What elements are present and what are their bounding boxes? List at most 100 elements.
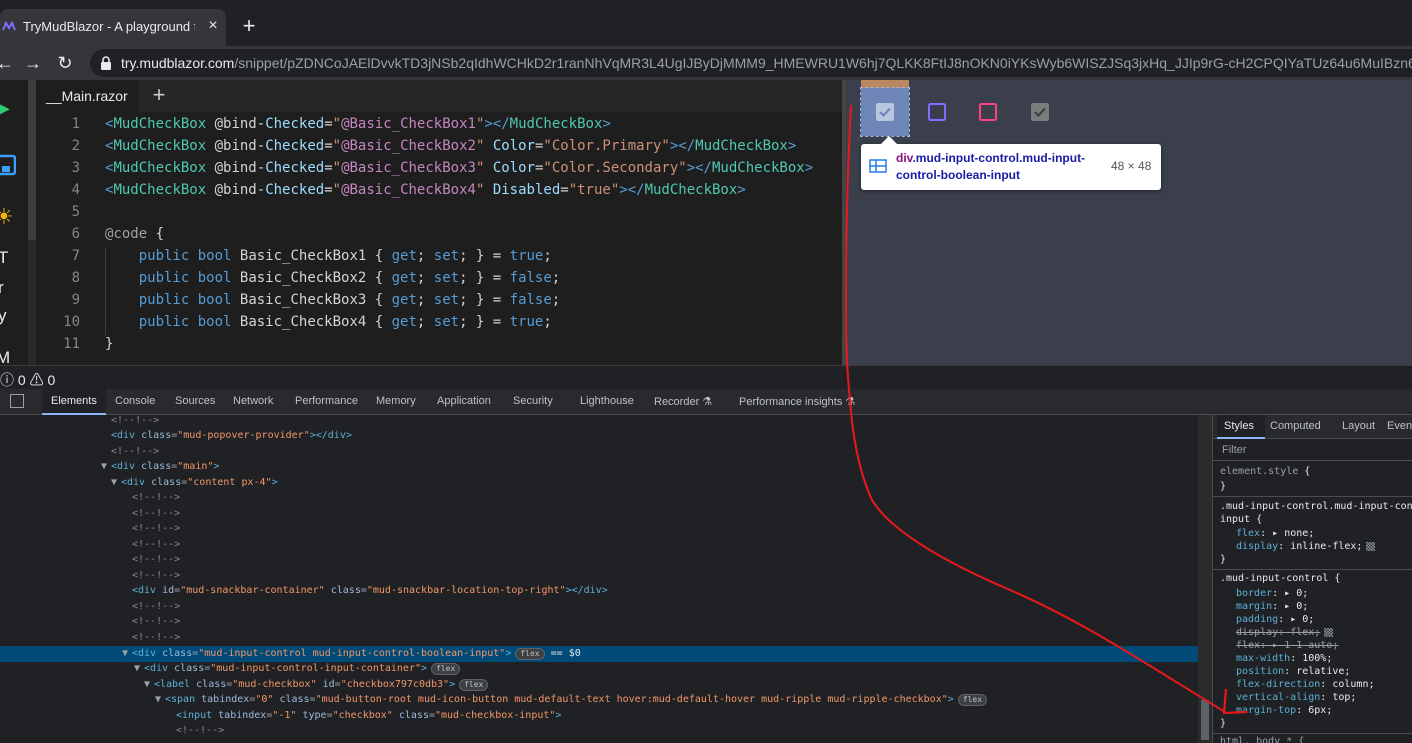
- line-number: 10: [63, 314, 80, 330]
- styles-tab-bar: Styles Computed Layout Event: [1213, 415, 1412, 439]
- dom-node[interactable]: <!--!-->: [132, 490, 180, 505]
- dom-node[interactable]: <!--!-->: [111, 444, 159, 459]
- flex-badge[interactable]: flex: [515, 648, 545, 660]
- browser-tab[interactable]: TryMudBlazor - A playground for ×: [0, 9, 226, 46]
- flex-layout-icon: [869, 159, 887, 173]
- style-rule-selector: html, body * {: [1220, 736, 1305, 743]
- tab-styles[interactable]: Styles: [1224, 420, 1254, 432]
- rail-letter-t: T: [0, 248, 9, 267]
- code-line: 8 public bool Basic_CheckBox2 { get; set…: [36, 267, 842, 289]
- dom-node[interactable]: <!--!-->: [132, 614, 180, 629]
- code-line: 10 public bool Basic_CheckBox4 { get; se…: [36, 311, 842, 333]
- flex-badge[interactable]: flex: [459, 679, 489, 691]
- checkbox-primary-icon[interactable]: [928, 103, 946, 121]
- dom-node[interactable]: <div id="mud-snackbar-container" class="…: [132, 583, 608, 598]
- dom-node[interactable]: ▼ <label class="mud-checkbox" id="checkbo…: [144, 677, 489, 692]
- style-declaration[interactable]: border: ▸ 0;: [1236, 587, 1308, 600]
- style-declaration[interactable]: padding: ▸ 0;: [1236, 613, 1314, 626]
- dom-node[interactable]: <!--!-->: [111, 415, 159, 428]
- tab-security[interactable]: Security: [513, 395, 553, 407]
- style-declaration[interactable]: flex-direction: column;: [1236, 678, 1375, 691]
- new-tab-button[interactable]: +: [238, 15, 260, 37]
- back-button[interactable]: ←: [0, 52, 16, 74]
- code-line: 5: [36, 201, 842, 223]
- code-line: 9 public bool Basic_CheckBox3 { get; set…: [36, 289, 842, 311]
- style-declaration[interactable]: position: relative;: [1236, 665, 1350, 678]
- tab-network[interactable]: Network: [233, 395, 273, 407]
- tab-layout[interactable]: Layout: [1342, 420, 1375, 432]
- line-number: 9: [71, 292, 80, 308]
- lock-icon: [101, 56, 111, 70]
- forward-button[interactable]: →: [22, 52, 44, 74]
- elements-panel[interactable]: <!--!--> <div class="mud-popover-provide…: [0, 415, 1198, 743]
- code-line: 7 public bool Basic_CheckBox1 { get; set…: [36, 245, 842, 267]
- device-toggle-icon[interactable]: [10, 394, 24, 408]
- line-number: 7: [71, 248, 80, 264]
- style-declaration[interactable]: flex: ▸ none;: [1236, 527, 1314, 540]
- warning-icon: ⚠: [29, 372, 44, 388]
- theme-sun-icon[interactable]: ☀: [0, 204, 14, 230]
- tab-close-icon[interactable]: ×: [204, 17, 222, 35]
- editor-tab-strip: __Main.razor +: [36, 80, 842, 112]
- tab-application[interactable]: Application: [437, 395, 491, 407]
- file-tab-main-razor[interactable]: __Main.razor: [36, 80, 140, 112]
- style-declaration-overridden[interactable]: display: flex;: [1236, 626, 1334, 639]
- status-counts[interactable]: ⓘ 0 ⚠ 0: [0, 370, 55, 390]
- devtools-tab-bar: Elements Console Sources Network Perform…: [0, 389, 1412, 415]
- style-declaration-margin-top[interactable]: margin-top: 6px;: [1236, 704, 1332, 717]
- style-declaration-overridden[interactable]: flex: ▸ 1 1 auto;: [1236, 639, 1338, 652]
- address-bar[interactable]: try.mudblazor.com/snippet/pZDNCoJAElDvvk…: [90, 49, 1412, 77]
- checkbox-secondary-icon[interactable]: [979, 103, 997, 121]
- styles-pane[interactable]: Styles Computed Layout Event Filter elem…: [1212, 415, 1412, 743]
- tab-computed[interactable]: Computed: [1270, 420, 1321, 432]
- dom-node[interactable]: <!--!-->: [132, 552, 180, 567]
- dom-node[interactable]: <input tabindex="-1" type="checkbox" cla…: [176, 708, 561, 723]
- dom-node[interactable]: <!--!-->: [132, 630, 180, 645]
- code-line: 2 <MudCheckBox @bind-Checked="@Basic_Chec…: [36, 135, 842, 157]
- dom-node-selected[interactable]: ▼ <div class="mud-input-control mud-input…: [122, 646, 581, 661]
- flex-editor-icon[interactable]: [1366, 541, 1376, 551]
- dom-node[interactable]: <!--!-->: [132, 568, 180, 583]
- style-declaration[interactable]: max-width: 100%;: [1236, 652, 1332, 665]
- tooltip-classes: .mud-input-control.mud-input-control-boo…: [896, 151, 1086, 182]
- flex-editor-icon[interactable]: [1324, 627, 1334, 637]
- dom-node[interactable]: ▼ <span tabindex="0" class="mud-button-ro…: [155, 692, 988, 707]
- tab-memory[interactable]: Memory: [376, 395, 416, 407]
- tab-recorder[interactable]: Recorder ⚗: [654, 395, 712, 408]
- browser-tab-title: TryMudBlazor - A playground for: [23, 19, 195, 34]
- dom-node[interactable]: <!--!-->: [132, 537, 180, 552]
- add-file-button[interactable]: +: [148, 84, 170, 106]
- elements-scrollbar-thumb[interactable]: [1201, 700, 1209, 740]
- dom-node[interactable]: ▼ <div class="main">: [101, 459, 219, 474]
- dom-node[interactable]: <!--!-->: [176, 723, 224, 738]
- line-number: 6: [71, 226, 80, 242]
- tab-performance[interactable]: Performance: [295, 395, 358, 407]
- tab-console[interactable]: Console: [115, 395, 155, 407]
- flex-badge[interactable]: flex: [431, 663, 461, 675]
- tab-event[interactable]: Event: [1387, 420, 1412, 432]
- checkbox-checked-icon[interactable]: [876, 103, 894, 121]
- run-icon[interactable]: ▶: [0, 98, 10, 119]
- elements-scrollbar[interactable]: [1198, 415, 1212, 743]
- style-rule-end: }: [1220, 554, 1227, 565]
- rail-scrollbar-thumb[interactable]: [28, 80, 36, 240]
- dom-node[interactable]: ▼ <div class="content px-4">: [111, 475, 278, 490]
- dom-node[interactable]: <!--!-->: [132, 521, 180, 536]
- tab-sources[interactable]: Sources: [175, 395, 215, 407]
- style-declaration[interactable]: display: inline-flex;: [1236, 540, 1376, 553]
- styles-filter-input[interactable]: Filter: [1213, 441, 1412, 461]
- reload-button[interactable]: ↻: [54, 52, 76, 74]
- tab-lighthouse[interactable]: Lighthouse: [580, 395, 634, 407]
- dom-node[interactable]: <div class="mud-popover-provider"></div>: [111, 428, 352, 443]
- dom-node[interactable]: <!--!-->: [132, 599, 180, 614]
- tab-elements[interactable]: Elements: [51, 395, 97, 407]
- code-editor[interactable]: __Main.razor + 1 <MudCheckBox @bind-Check…: [36, 80, 842, 365]
- dom-node[interactable]: <!--!-->: [132, 506, 180, 521]
- tooltip-arrow: [881, 136, 897, 144]
- style-declaration[interactable]: margin: ▸ 0;: [1236, 600, 1308, 613]
- save-icon[interactable]: [0, 154, 16, 176]
- flex-badge[interactable]: flex: [957, 694, 988, 706]
- dom-node[interactable]: ▼ <div class="mud-input-control-input-con…: [134, 661, 461, 676]
- style-declaration[interactable]: vertical-align: top;: [1236, 691, 1356, 704]
- tab-performance-insights[interactable]: Performance insights ⚗: [739, 395, 855, 408]
